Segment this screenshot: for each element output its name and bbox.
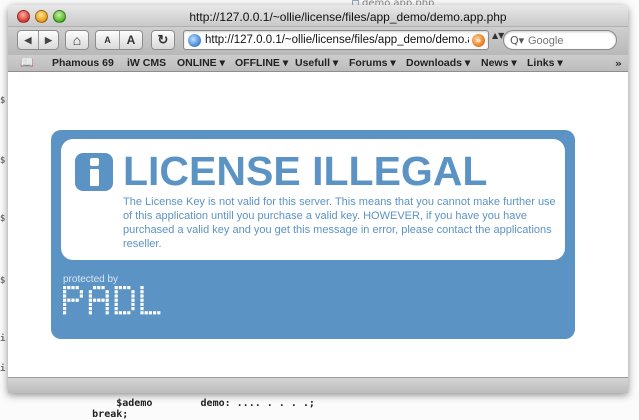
home-icon: ⌂ xyxy=(72,32,82,48)
gutter-mark: i xyxy=(0,364,6,374)
text-smaller-button[interactable]: A xyxy=(96,31,119,49)
bookmark-usefull-menu[interactable]: Usefull ▾ xyxy=(295,56,338,71)
gutter-mark: $ xyxy=(0,156,6,166)
window-title: http://127.0.0.1/~ollie/license/files/ap… xyxy=(189,10,507,24)
reload-icon: ↻ xyxy=(157,32,169,47)
back-button[interactable]: ◀ xyxy=(18,31,38,49)
reload-button[interactable]: ↻ xyxy=(151,30,175,50)
page-content: LICENSE ILLEGAL The License Key is not v… xyxy=(8,73,628,393)
bookmarks-overflow-icon[interactable]: » xyxy=(615,56,622,71)
license-message: The License Key is not valid for this se… xyxy=(123,196,556,250)
background-code: $ademo demo: .... . . . .; break; xyxy=(44,398,639,420)
status-bar xyxy=(8,377,628,393)
bookmark-downloads-menu[interactable]: Downloads ▾ xyxy=(406,56,470,71)
bookmark-links-menu[interactable]: Links ▾ xyxy=(527,56,563,71)
globe-icon xyxy=(188,34,201,47)
address-history-icon[interactable]: ▲▼ xyxy=(492,32,504,48)
search-input[interactable] xyxy=(528,33,612,48)
code-line: $ademo demo: .... . . . .; xyxy=(44,398,315,409)
home-button[interactable]: ⌂ xyxy=(65,30,89,50)
bookmark-news-menu[interactable]: News ▾ xyxy=(481,56,517,71)
gutter-mark: $ xyxy=(0,214,6,224)
bookmarks-book-icon[interactable]: 📖 xyxy=(20,57,36,69)
text-size-control: A A xyxy=(95,30,143,50)
info-icon xyxy=(75,153,113,191)
gutter-mark: $ xyxy=(0,96,6,106)
text-larger-button[interactable]: A xyxy=(119,31,142,49)
bookmarks-bar: 📖 Phamous 69 iW CMS ONLINE ▾ OFFLINE ▾ U… xyxy=(8,55,628,72)
back-arrow-icon: ◀ xyxy=(24,34,32,45)
title-bar: http://127.0.0.1/~ollie/license/files/ap… xyxy=(8,5,628,27)
bookmark-offline-menu[interactable]: OFFLINE ▾ xyxy=(235,56,288,71)
bookmark-phamous-69[interactable]: Phamous 69 xyxy=(52,56,114,71)
gutter-mark: i xyxy=(0,334,6,344)
bookmark-iw-cms[interactable]: iW CMS xyxy=(127,56,166,71)
license-panel: LICENSE ILLEGAL The License Key is not v… xyxy=(51,130,575,339)
minimize-window-button[interactable] xyxy=(35,10,48,23)
bookmark-online-menu[interactable]: ONLINE ▾ xyxy=(177,56,225,71)
search-icon[interactable]: Q▾ xyxy=(510,34,526,47)
address-input[interactable]: http://127.0.0.1/~ollie/license/files/ap… xyxy=(205,33,469,48)
bookmark-forums-menu[interactable]: Forums ▾ xyxy=(349,56,396,71)
address-bar[interactable]: http://127.0.0.1/~ollie/license/files/ap… xyxy=(183,30,489,50)
rss-icon[interactable]: » xyxy=(472,34,485,47)
gutter-mark: $ xyxy=(0,276,6,286)
padl-logo xyxy=(63,286,161,315)
close-window-button[interactable] xyxy=(17,10,30,23)
zoom-window-button[interactable] xyxy=(53,10,66,23)
back-forward-control: ◀ ▶ xyxy=(17,30,59,50)
search-box[interactable]: Q▾ xyxy=(503,30,617,50)
license-title: LICENSE ILLEGAL xyxy=(123,148,488,194)
code-line: break; xyxy=(44,409,129,420)
browser-window: http://127.0.0.1/~ollie/license/files/ap… xyxy=(8,5,628,393)
forward-arrow-icon: ▶ xyxy=(45,34,52,45)
forward-button[interactable]: ▶ xyxy=(38,31,58,49)
browser-toolbar: ◀ ▶ ⌂ A A ↻ http://127.0.0.1/~ollie/lice… xyxy=(8,27,628,55)
license-message-box: LICENSE ILLEGAL The License Key is not v… xyxy=(61,139,565,260)
